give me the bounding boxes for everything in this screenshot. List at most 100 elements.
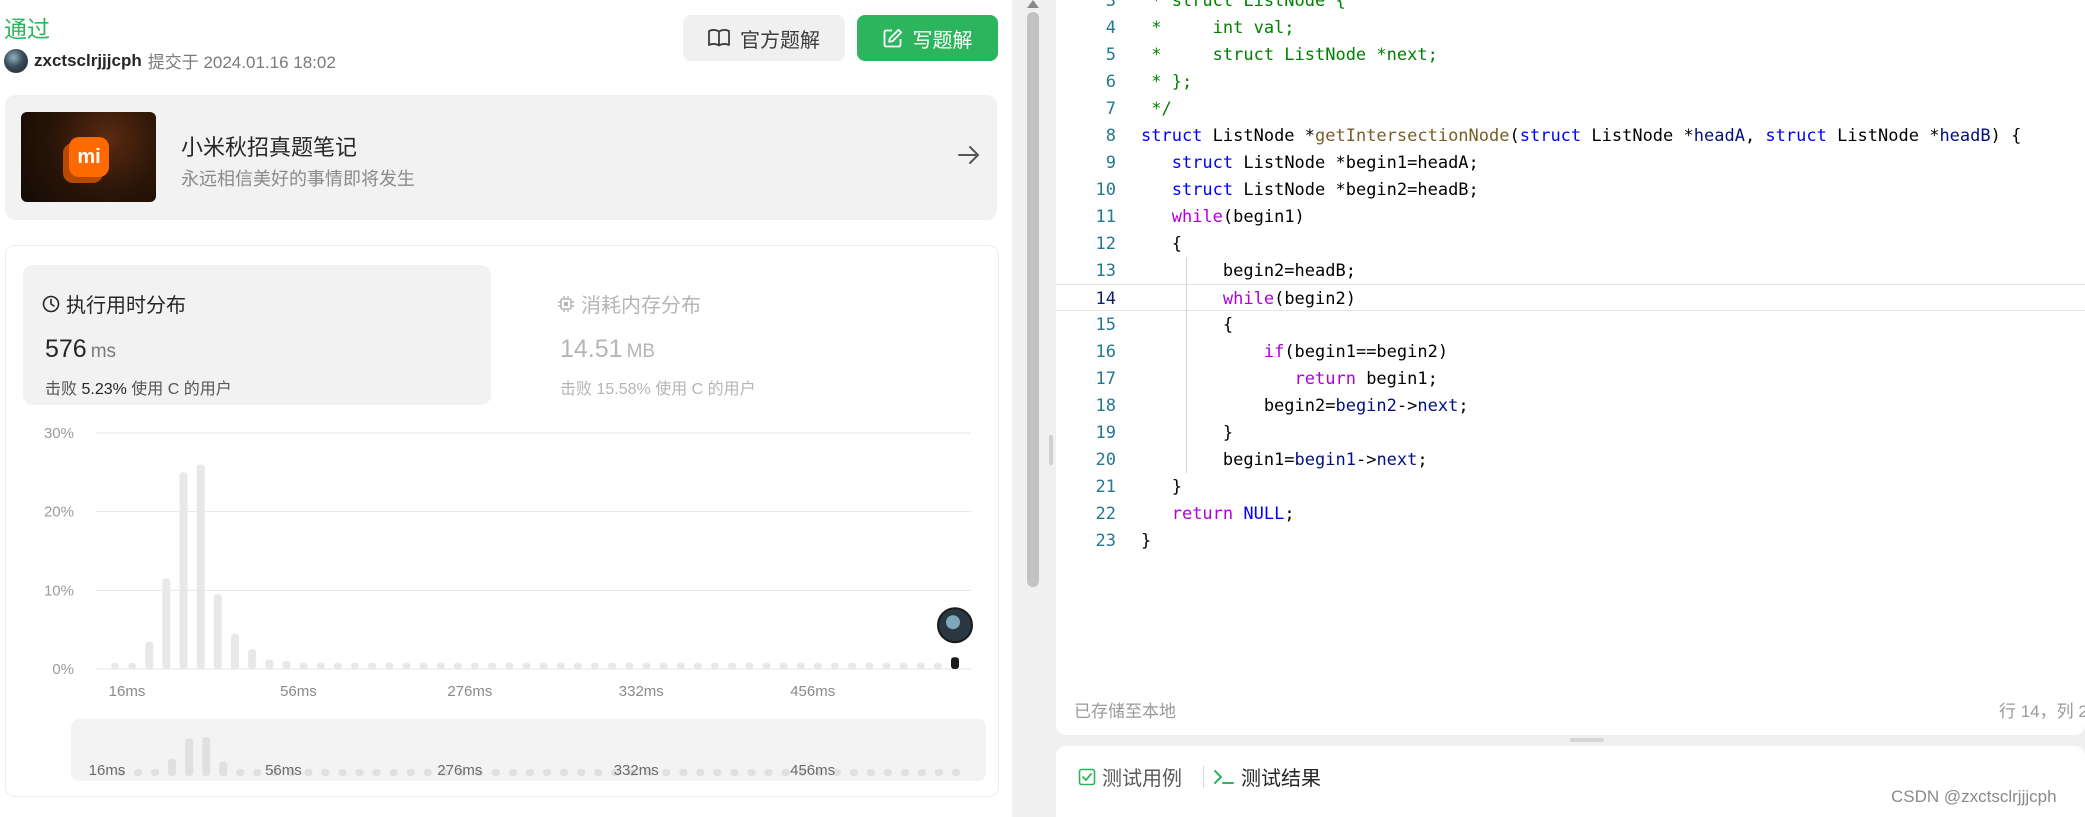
code-line[interactable]: 17 return begin1; (1056, 365, 2085, 392)
runtime-bar[interactable] (179, 472, 188, 669)
code-line[interactable]: 4 * int val; (1056, 14, 2085, 41)
runtime-bar[interactable] (419, 662, 428, 669)
runtime-bar[interactable] (145, 641, 154, 669)
code-line[interactable]: 9 struct ListNode *begin1=headA; (1056, 149, 2085, 176)
code-line[interactable]: 8 struct ListNode *getIntersectionNode(st… (1056, 122, 2085, 149)
username[interactable]: zxctsclrjjjcph (34, 51, 142, 71)
code-token: } (1141, 423, 1234, 443)
left-scrollbar-thumb[interactable] (1027, 12, 1039, 587)
runtime-bar[interactable] (213, 594, 222, 669)
runtime-bar[interactable] (248, 649, 257, 669)
runtime-bar[interactable] (625, 662, 634, 669)
panel-resize-handle[interactable] (1049, 435, 1053, 465)
runtime-bar[interactable] (471, 662, 479, 669)
avatar[interactable] (4, 48, 28, 73)
runtime-bar[interactable] (128, 663, 137, 669)
runtime-bar[interactable] (608, 662, 617, 669)
runtime-bar[interactable] (522, 662, 531, 669)
write-solution-button[interactable]: 写题解 (857, 15, 998, 61)
arrow-right-icon (958, 146, 979, 164)
runtime-bar[interactable] (385, 662, 394, 669)
mini-bar (508, 769, 517, 776)
code-token: -> (1396, 396, 1418, 416)
runtime-bar[interactable] (745, 662, 754, 669)
code-line[interactable]: 22 return NULL; (1056, 500, 2085, 527)
runtime-bar[interactable] (111, 663, 119, 669)
line-number: 3 (1105, 0, 1116, 11)
runtime-bar[interactable] (882, 662, 891, 669)
runtime-range-slider[interactable]: 16ms 56ms 276ms 332ms 456ms (71, 719, 986, 781)
code-line[interactable]: 20 begin1=begin1->next; (1056, 446, 2085, 473)
runtime-bar[interactable] (933, 662, 942, 669)
code-line[interactable]: 7 */ (1056, 95, 2085, 122)
highlight-bar[interactable] (951, 657, 959, 669)
runtime-bar[interactable] (436, 662, 445, 669)
runtime-bar[interactable] (505, 662, 514, 669)
scroll-up-arrow-icon[interactable] (1027, 0, 1039, 8)
code-line[interactable]: 18 begin2=begin2->next; (1056, 392, 2085, 419)
runtime-bar[interactable] (848, 662, 857, 669)
runtime-bar[interactable] (299, 662, 308, 669)
runtime-bar[interactable] (556, 662, 565, 669)
runtime-bar[interactable] (162, 578, 171, 669)
runtime-bar[interactable] (642, 662, 651, 669)
runtime-bar[interactable] (591, 662, 599, 669)
runtime-bar[interactable] (316, 662, 325, 669)
code-text: while(begin1) (1141, 207, 1305, 227)
runtime-bar[interactable] (831, 662, 839, 669)
runtime-bar[interactable] (453, 662, 462, 669)
cursor-position[interactable]: 行 14，列 2 (1999, 697, 2085, 722)
runtime-distribution-chart[interactable]: 30% 20% 10% 0% 16ms 56ms 276ms 332ms 456ms (26, 421, 986, 706)
runtime-tab[interactable]: 执行用时分布 576 ms 击败 5.23% 使用 C 的用户 (23, 265, 491, 405)
code-line[interactable]: 16 if(begin1==begin2) (1056, 338, 2085, 365)
code-line[interactable]: 11 while(begin1) (1056, 203, 2085, 230)
code-line[interactable]: 12 { (1056, 230, 2085, 257)
runtime-bar[interactable] (659, 662, 668, 669)
code-token: * }; (1141, 72, 1193, 92)
runtime-bar[interactable] (488, 662, 497, 669)
runtime-bar[interactable] (265, 659, 274, 669)
runtime-bar[interactable] (865, 662, 874, 669)
code-line[interactable]: 23} (1056, 527, 2085, 554)
code-line[interactable]: 13 begin2=headB; (1056, 257, 2085, 284)
promo-card[interactable]: mi 小米秋招真题笔记 永远相信美好的事情即将发生 (5, 95, 997, 220)
runtime-bar[interactable] (728, 662, 737, 669)
code-line[interactable]: 15 { (1056, 311, 2085, 338)
runtime-bar[interactable] (779, 662, 788, 669)
memory-tab[interactable]: 消耗内存分布 14.51 MB 击败 15.58% 使用 C 的用户 (538, 265, 978, 405)
code-line[interactable]: 21 } (1056, 473, 2085, 500)
runtime-bar[interactable] (282, 661, 291, 669)
code-line[interactable]: 5 * struct ListNode *next; (1056, 41, 2085, 68)
runtime-bar[interactable] (351, 662, 359, 669)
code-line[interactable]: 6 * }; (1056, 68, 2085, 95)
runtime-bar[interactable] (899, 662, 908, 669)
vertical-resize-handle[interactable] (1570, 738, 1604, 742)
runtime-bar[interactable] (539, 662, 548, 669)
runtime-bar[interactable] (196, 464, 205, 669)
runtime-bar[interactable] (676, 662, 685, 669)
runtime-bar[interactable] (368, 662, 377, 669)
runtime-bar[interactable] (916, 662, 925, 669)
runtime-bar[interactable] (693, 662, 702, 669)
runtime-bar[interactable] (762, 662, 771, 669)
code-line[interactable]: 14 while(begin2) (1056, 284, 2085, 311)
code-editor[interactable]: 3 * struct ListNode {4 * int val; 5 * str… (1056, 0, 2085, 735)
code-line[interactable]: 19 } (1056, 419, 2085, 446)
code-token: ListNode * (1581, 126, 1694, 146)
tab-test-results[interactable]: 测试结果 (1213, 762, 1321, 791)
runtime-bar[interactable] (711, 662, 719, 669)
code-token: begin2 (1335, 396, 1397, 416)
runtime-bar[interactable] (796, 662, 805, 669)
code-line[interactable]: 10 struct ListNode *begin2=headB; (1056, 176, 2085, 203)
code-token: while (1222, 289, 1275, 309)
tab-test-cases[interactable]: 测试用例 (1078, 762, 1182, 791)
official-solution-button[interactable]: 官方题解 (683, 15, 845, 61)
runtime-bar[interactable] (813, 662, 822, 669)
runtime-bar[interactable] (333, 662, 342, 669)
runtime-bar[interactable] (402, 662, 411, 669)
runtime-bar[interactable] (231, 633, 239, 669)
runtime-bar[interactable] (573, 662, 582, 669)
code-line[interactable]: 3 * struct ListNode { (1056, 0, 2085, 14)
chip-icon (558, 295, 574, 312)
